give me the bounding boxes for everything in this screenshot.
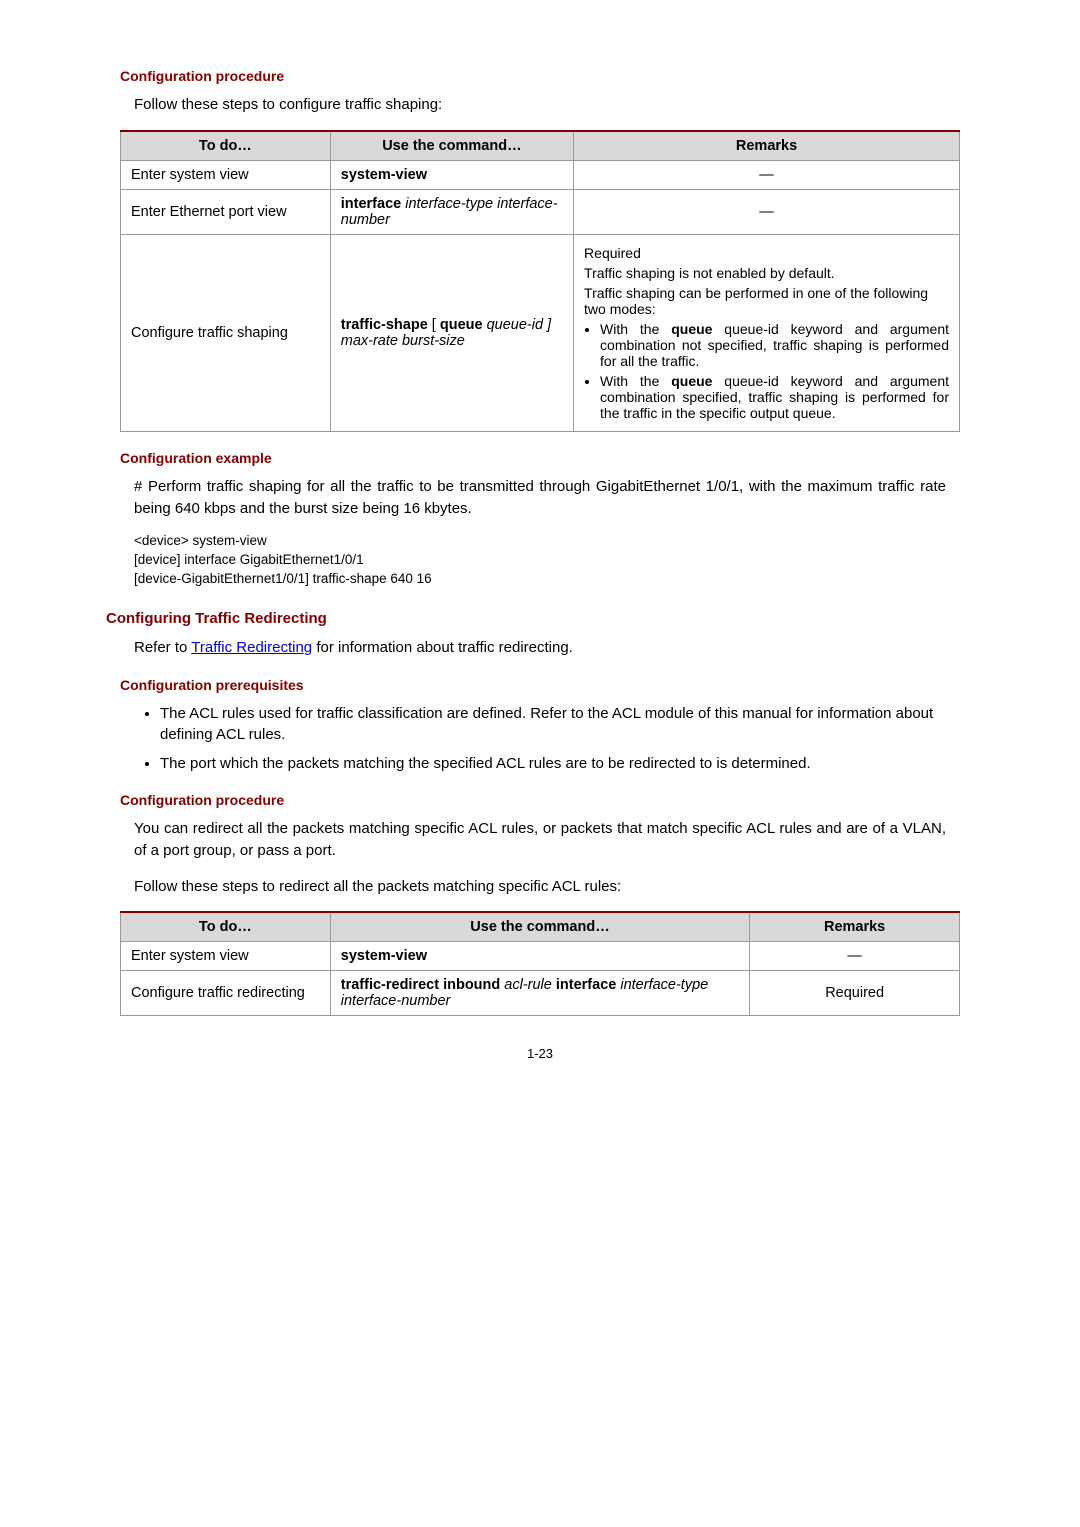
page-number: 1-23 xyxy=(120,1046,960,1061)
cell-cmd: system-view xyxy=(330,942,750,971)
example-desc: # Perform traffic shaping for all the tr… xyxy=(134,476,946,520)
cell-todo: Configure traffic shaping xyxy=(121,234,331,431)
table-row: Enter Ethernet port view interface inter… xyxy=(121,189,960,234)
cell-todo: Enter system view xyxy=(121,160,331,189)
redirect-p1: You can redirect all the packets matchin… xyxy=(134,818,946,862)
list-item: With the queue queue-id keyword and argu… xyxy=(600,373,949,421)
cell-remarks: — xyxy=(574,160,960,189)
cell-remarks: Required Traffic shaping is not enabled … xyxy=(574,234,960,431)
cell-cmd: traffic-shape [ queue queue-id ] max-rat… xyxy=(330,234,573,431)
list-item: The port which the packets matching the … xyxy=(160,753,960,774)
cell-todo: Enter Ethernet port view xyxy=(121,189,331,234)
th-todo: To do… xyxy=(121,131,331,161)
redirect-p2: Follow these steps to redirect all the p… xyxy=(134,876,946,898)
heading-prereq: Configuration prerequisites xyxy=(120,677,960,693)
table-row: Enter system view system-view — xyxy=(121,942,960,971)
th-todo: To do… xyxy=(121,912,331,942)
table-shaping: To do… Use the command… Remarks Enter sy… xyxy=(120,130,960,432)
cell-cmd: traffic-redirect inbound acl-rule interf… xyxy=(330,971,750,1016)
cell-cmd: interface interface-type interface-numbe… xyxy=(330,189,573,234)
heading-config-procedure-redirect: Configuration procedure xyxy=(120,792,960,808)
prereq-list: The ACL rules used for traffic classific… xyxy=(160,703,960,774)
code-line: [device] interface GigabitEthernet1/0/1 xyxy=(134,552,946,567)
code-line: [device-GigabitEthernet1/0/1] traffic-sh… xyxy=(134,571,946,586)
code-line: <device> system-view xyxy=(134,533,946,548)
cell-todo: Configure traffic redirecting xyxy=(121,971,331,1016)
heading-config-procedure-shaping: Configuration procedure xyxy=(120,68,960,84)
th-command: Use the command… xyxy=(330,912,750,942)
cell-remarks: — xyxy=(750,942,960,971)
list-item: The ACL rules used for traffic classific… xyxy=(160,703,960,745)
cell-remarks: — xyxy=(574,189,960,234)
link-traffic-redirecting[interactable]: Traffic Redirecting xyxy=(191,639,312,656)
table-redirect: To do… Use the command… Remarks Enter sy… xyxy=(120,911,960,1016)
redirect-ref: Refer to Traffic Redirecting for informa… xyxy=(134,637,946,659)
th-remarks: Remarks xyxy=(750,912,960,942)
table-row: Configure traffic shaping traffic-shape … xyxy=(121,234,960,431)
th-remarks: Remarks xyxy=(574,131,960,161)
heading-traffic-redirecting: Configuring Traffic Redirecting xyxy=(106,610,960,627)
cell-cmd: system-view xyxy=(330,160,573,189)
table-row: Configure traffic redirecting traffic-re… xyxy=(121,971,960,1016)
heading-config-example: Configuration example xyxy=(120,450,960,466)
list-item: With the queue queue-id keyword and argu… xyxy=(600,321,949,369)
cell-todo: Enter system view xyxy=(121,942,331,971)
cell-remarks: Required xyxy=(750,971,960,1016)
intro-shaping: Follow these steps to configure traffic … xyxy=(134,94,946,116)
th-command: Use the command… xyxy=(330,131,573,161)
table-row: Enter system view system-view — xyxy=(121,160,960,189)
